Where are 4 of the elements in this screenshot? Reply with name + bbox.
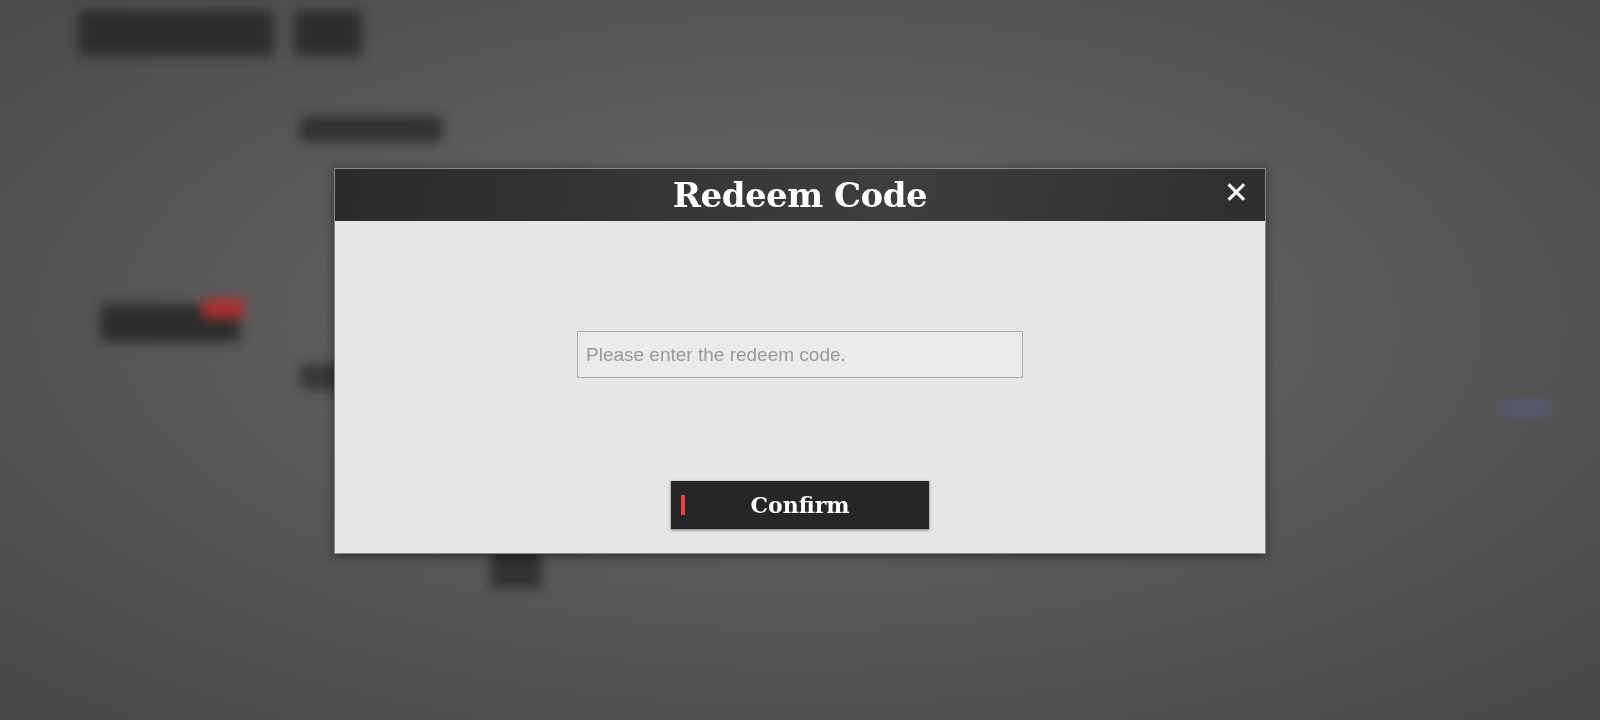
code-input-field[interactable]: Please enter the redeem code. bbox=[577, 331, 1023, 378]
close-button[interactable]: ✕ bbox=[1217, 175, 1255, 210]
confirm-button[interactable]: Confirm bbox=[671, 481, 929, 529]
dialog-title: Redeem Code bbox=[672, 175, 928, 215]
